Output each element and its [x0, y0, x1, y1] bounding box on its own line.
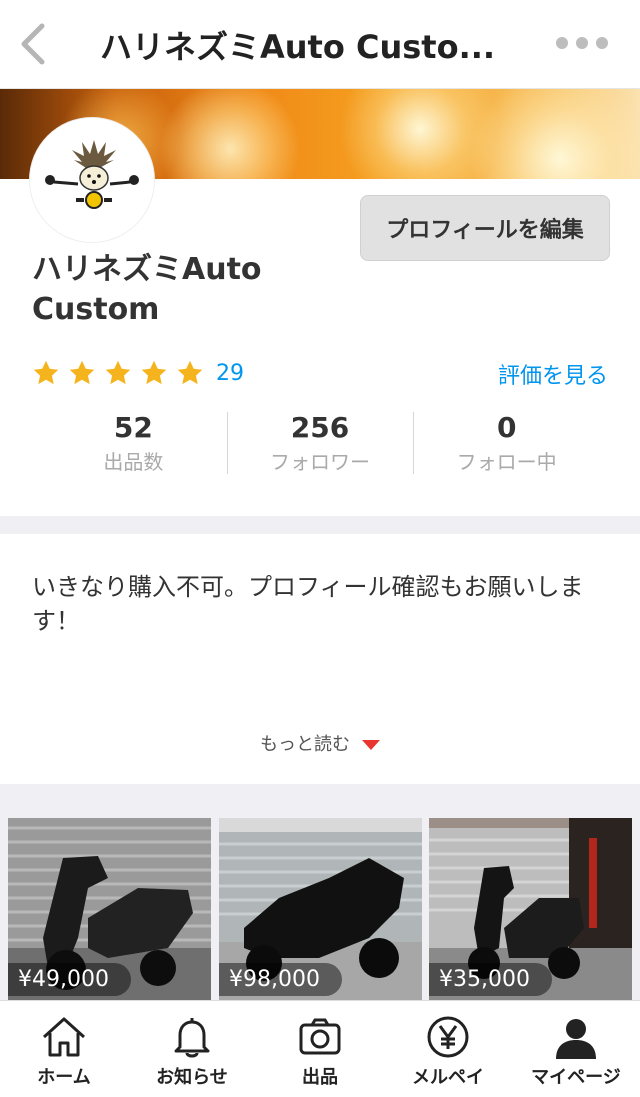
stat-value: 0	[496, 411, 517, 444]
yen-icon	[427, 1016, 469, 1058]
star-icon	[177, 360, 203, 385]
item-price: ¥49,000	[8, 963, 131, 996]
stat-label: 出品数	[103, 450, 164, 474]
stat-label: フォロー中	[456, 450, 557, 474]
rating-stars[interactable]: 29	[32, 358, 244, 388]
tab-mypage[interactable]: マイページ	[512, 1001, 640, 1097]
stat-value: 256	[290, 411, 350, 444]
section-divider	[0, 784, 640, 804]
tab-label: マイページ	[531, 1067, 621, 1088]
tab-home[interactable]: ホーム	[0, 1001, 128, 1097]
tab-sell[interactable]: 出品	[256, 1001, 384, 1097]
tab-label: ホーム	[37, 1067, 91, 1088]
read-more-button[interactable]: もっと読む	[0, 730, 640, 756]
page-title: ハリネズミAuto Custo...	[100, 28, 496, 66]
tab-notifications[interactable]: お知らせ	[128, 1001, 256, 1097]
star-icon	[33, 360, 59, 385]
hedgehog-logo	[32, 120, 152, 240]
avatar	[30, 118, 154, 242]
profile-stats: 52 出品数 256 フォロワー 0 フォロー中	[40, 408, 600, 478]
star-icon	[105, 360, 131, 385]
stat-followers[interactable]: 256 フォロワー	[226, 408, 414, 478]
chevron-left-icon[interactable]	[14, 20, 54, 68]
more-dots-icon[interactable]	[556, 34, 620, 54]
item-price: ¥98,000	[219, 963, 342, 996]
item-card[interactable]: ¥98,000	[219, 818, 422, 1000]
profile-bio: いきなり購入不可。プロフィール確認もお願いします！	[32, 573, 584, 635]
tab-label: メルペイ	[412, 1067, 484, 1088]
caret-down-icon	[362, 740, 380, 750]
item-card[interactable]: ¥49,000	[8, 818, 211, 1000]
item-grid: ¥49,000 ¥98,000 ¥35,000	[0, 804, 640, 1000]
tab-label: 出品	[302, 1067, 338, 1088]
section-divider	[0, 516, 640, 534]
person-icon	[556, 1019, 596, 1059]
star-icon	[141, 360, 167, 385]
star-icon	[69, 360, 95, 385]
stat-listings[interactable]: 52 出品数	[40, 408, 227, 478]
shop-name-line2: Custom	[32, 292, 160, 327]
stat-label: フォロワー	[270, 450, 370, 474]
stat-value: 52	[113, 411, 153, 444]
home-icon	[42, 1017, 86, 1057]
tab-bar: ホーム お知らせ 出品 メルペイ マイページ	[0, 1000, 640, 1097]
edit-profile-button[interactable]: プロフィールを編集	[360, 195, 610, 261]
stat-following[interactable]: 0 フォロー中	[413, 408, 600, 478]
camera-icon	[299, 1018, 341, 1055]
rating-count[interactable]: 29	[216, 361, 244, 386]
item-price: ¥35,000	[429, 963, 552, 996]
shop-name: ハリネズミAuto Custom	[32, 250, 332, 330]
read-more-label: もっと読む	[260, 734, 350, 755]
bell-icon	[174, 1018, 210, 1058]
see-reviews-link[interactable]: 評価を見る	[498, 358, 608, 390]
shop-name-line1: ハリネズミAuto	[32, 252, 262, 287]
item-card[interactable]: ¥35,000	[429, 818, 632, 1000]
tab-merpay[interactable]: メルペイ	[384, 1001, 512, 1097]
navigation-bar: ハリネズミAuto Custo...	[0, 0, 640, 89]
tab-label: お知らせ	[156, 1067, 228, 1088]
